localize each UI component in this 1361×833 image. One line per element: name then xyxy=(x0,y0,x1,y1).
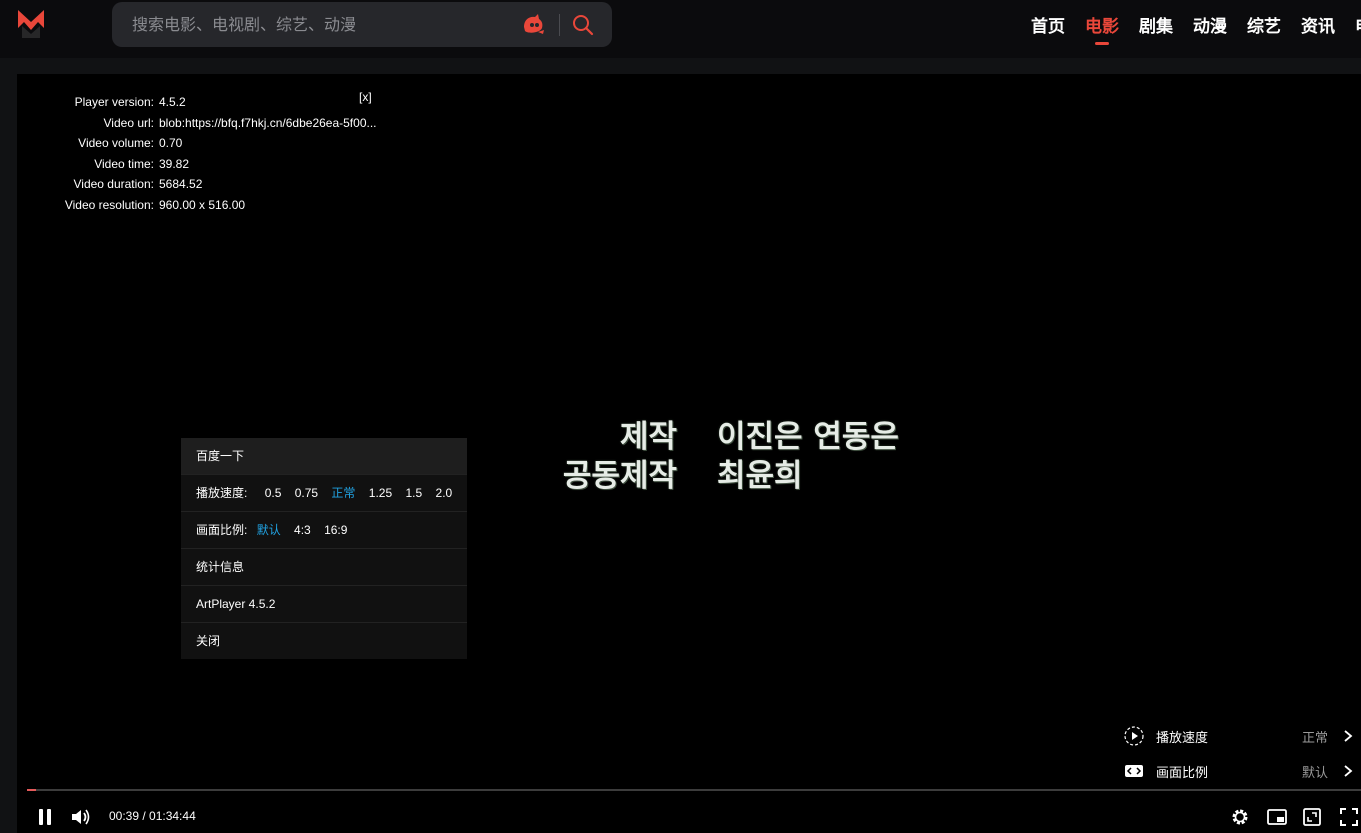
search-icon[interactable] xyxy=(570,12,596,38)
nav-overflow-item[interactable]: 电 xyxy=(1355,12,1361,37)
context-item-version[interactable]: ArtPlayer 4.5.2 xyxy=(181,586,467,623)
subtitle-line: 이진은 연동은 xyxy=(717,419,899,455)
nav-news[interactable]: 资讯 xyxy=(1301,12,1335,37)
subtitle-right: 이진은 연동은 최윤희 xyxy=(717,418,899,496)
volume-icon[interactable] xyxy=(71,808,91,826)
subtitle-line: 공동제작 xyxy=(562,458,677,494)
video-info-panel: Player version: 4.5.2 Video url: blob:http… xyxy=(34,92,377,216)
setting-label: 播放速度 xyxy=(1156,729,1209,745)
info-value: blob:https://bfq.f7hkj.cn/6dbe26ea-5f00.… xyxy=(159,115,377,130)
search-box xyxy=(112,2,612,47)
aspect-option[interactable]: 16:9 xyxy=(324,523,347,537)
speed-option[interactable]: 1.25 xyxy=(369,486,392,500)
subtitle-line: 최윤희 xyxy=(717,458,803,494)
context-item-baidu-search[interactable]: 百度一下 xyxy=(181,438,467,475)
player-context-menu: 百度一下 播放速度: 0.5 0.75 正常 1.25 1.5 2.0 画面比例… xyxy=(181,438,467,659)
setting-label: 画面比例 xyxy=(1156,764,1209,780)
aspect-label: 画面比例: xyxy=(196,523,248,537)
search-input[interactable] xyxy=(130,14,504,38)
subtitle-line: 제작 xyxy=(619,419,677,455)
settings-gear-icon[interactable] xyxy=(1231,808,1249,826)
pause-icon[interactable] xyxy=(37,808,53,826)
play-speed-icon xyxy=(1124,726,1144,746)
info-row: Video resolution: 960.00 x 516.00 xyxy=(34,195,377,216)
progress-bar[interactable] xyxy=(27,789,1361,791)
aspect-option[interactable]: 4:3 xyxy=(294,523,311,537)
main-nav: 首页 电影 剧集 动漫 综艺 资讯 电 xyxy=(1031,0,1361,48)
info-value: 960.00 x 516.00 xyxy=(159,197,246,212)
info-value: 39.82 xyxy=(159,156,190,171)
progress-played xyxy=(27,789,37,791)
time-display: 00:39 / 01:34:44 xyxy=(109,809,196,823)
fullscreen-icon[interactable] xyxy=(1340,808,1358,826)
setting-value: 正常 xyxy=(1302,729,1329,745)
video-player[interactable]: Player version: 4.5.2 Video url: blob:http… xyxy=(17,74,1361,833)
web-fullscreen-icon[interactable] xyxy=(1303,808,1321,826)
info-key: Video url: xyxy=(103,115,154,130)
site-logo-icon[interactable] xyxy=(16,6,46,38)
setting-playback-speed[interactable]: 播放速度 正常 xyxy=(1122,721,1361,751)
info-key: Video volume: xyxy=(78,136,154,151)
info-key: Video resolution: xyxy=(64,197,154,212)
aspect-ratio-icon xyxy=(1125,765,1143,777)
nav-series[interactable]: 剧集 xyxy=(1139,12,1173,37)
info-key: Player version: xyxy=(74,95,154,109)
speed-option[interactable]: 2.0 xyxy=(436,486,453,500)
nav-anime[interactable]: 动漫 xyxy=(1193,12,1227,37)
speed-label: 播放速度: xyxy=(196,486,248,500)
site-header: 首页 电影 剧集 动漫 综艺 资讯 电 xyxy=(0,0,1361,58)
cat-mascot-icon[interactable] xyxy=(520,13,546,37)
info-row: Player version: 4.5.2 xyxy=(34,92,377,113)
chevron-right-icon xyxy=(1344,765,1353,777)
info-value: 4.5.2 xyxy=(159,95,186,109)
context-item-stats[interactable]: 统计信息 xyxy=(181,549,467,586)
nav-movies[interactable]: 电影 xyxy=(1085,12,1119,45)
info-row: Video volume: 0.70 xyxy=(34,133,377,154)
setting-aspect-ratio[interactable]: 画面比例 默认 xyxy=(1122,756,1361,786)
picture-in-picture-icon[interactable] xyxy=(1267,809,1287,825)
speed-option[interactable]: 1.5 xyxy=(405,486,422,500)
chevron-right-icon xyxy=(1344,730,1353,742)
speed-option-selected[interactable]: 正常 xyxy=(331,486,355,500)
context-item-close[interactable]: 关闭 xyxy=(181,623,467,659)
speed-option[interactable]: 0.75 xyxy=(295,486,318,500)
subtitle-left: 제작 공동제작 xyxy=(549,418,677,496)
info-row: Video url: blob:https://bfq.f7hkj.cn/6dbe… xyxy=(34,113,377,134)
info-key: Video time: xyxy=(94,156,154,171)
speed-option[interactable]: 0.5 xyxy=(265,486,282,500)
search-divider xyxy=(559,14,560,36)
info-row: Video time: 39.82 xyxy=(34,154,377,175)
aspect-option-selected[interactable]: 默认 xyxy=(257,523,281,537)
info-value: 5684.52 xyxy=(159,177,203,192)
info-value: 0.70 xyxy=(159,136,183,151)
info-key: Video duration: xyxy=(73,177,154,192)
info-panel-close-button[interactable]: [x] xyxy=(359,90,372,104)
setting-value: 默认 xyxy=(1302,764,1329,780)
nav-variety[interactable]: 综艺 xyxy=(1247,12,1281,37)
info-row: Video duration: 5684.52 xyxy=(34,174,377,195)
context-item-aspect-ratio: 画面比例: 默认 4:3 16:9 xyxy=(181,512,467,549)
context-item-playback-speed: 播放速度: 0.5 0.75 正常 1.25 1.5 2.0 xyxy=(181,475,467,512)
nav-home[interactable]: 首页 xyxy=(1031,12,1065,37)
